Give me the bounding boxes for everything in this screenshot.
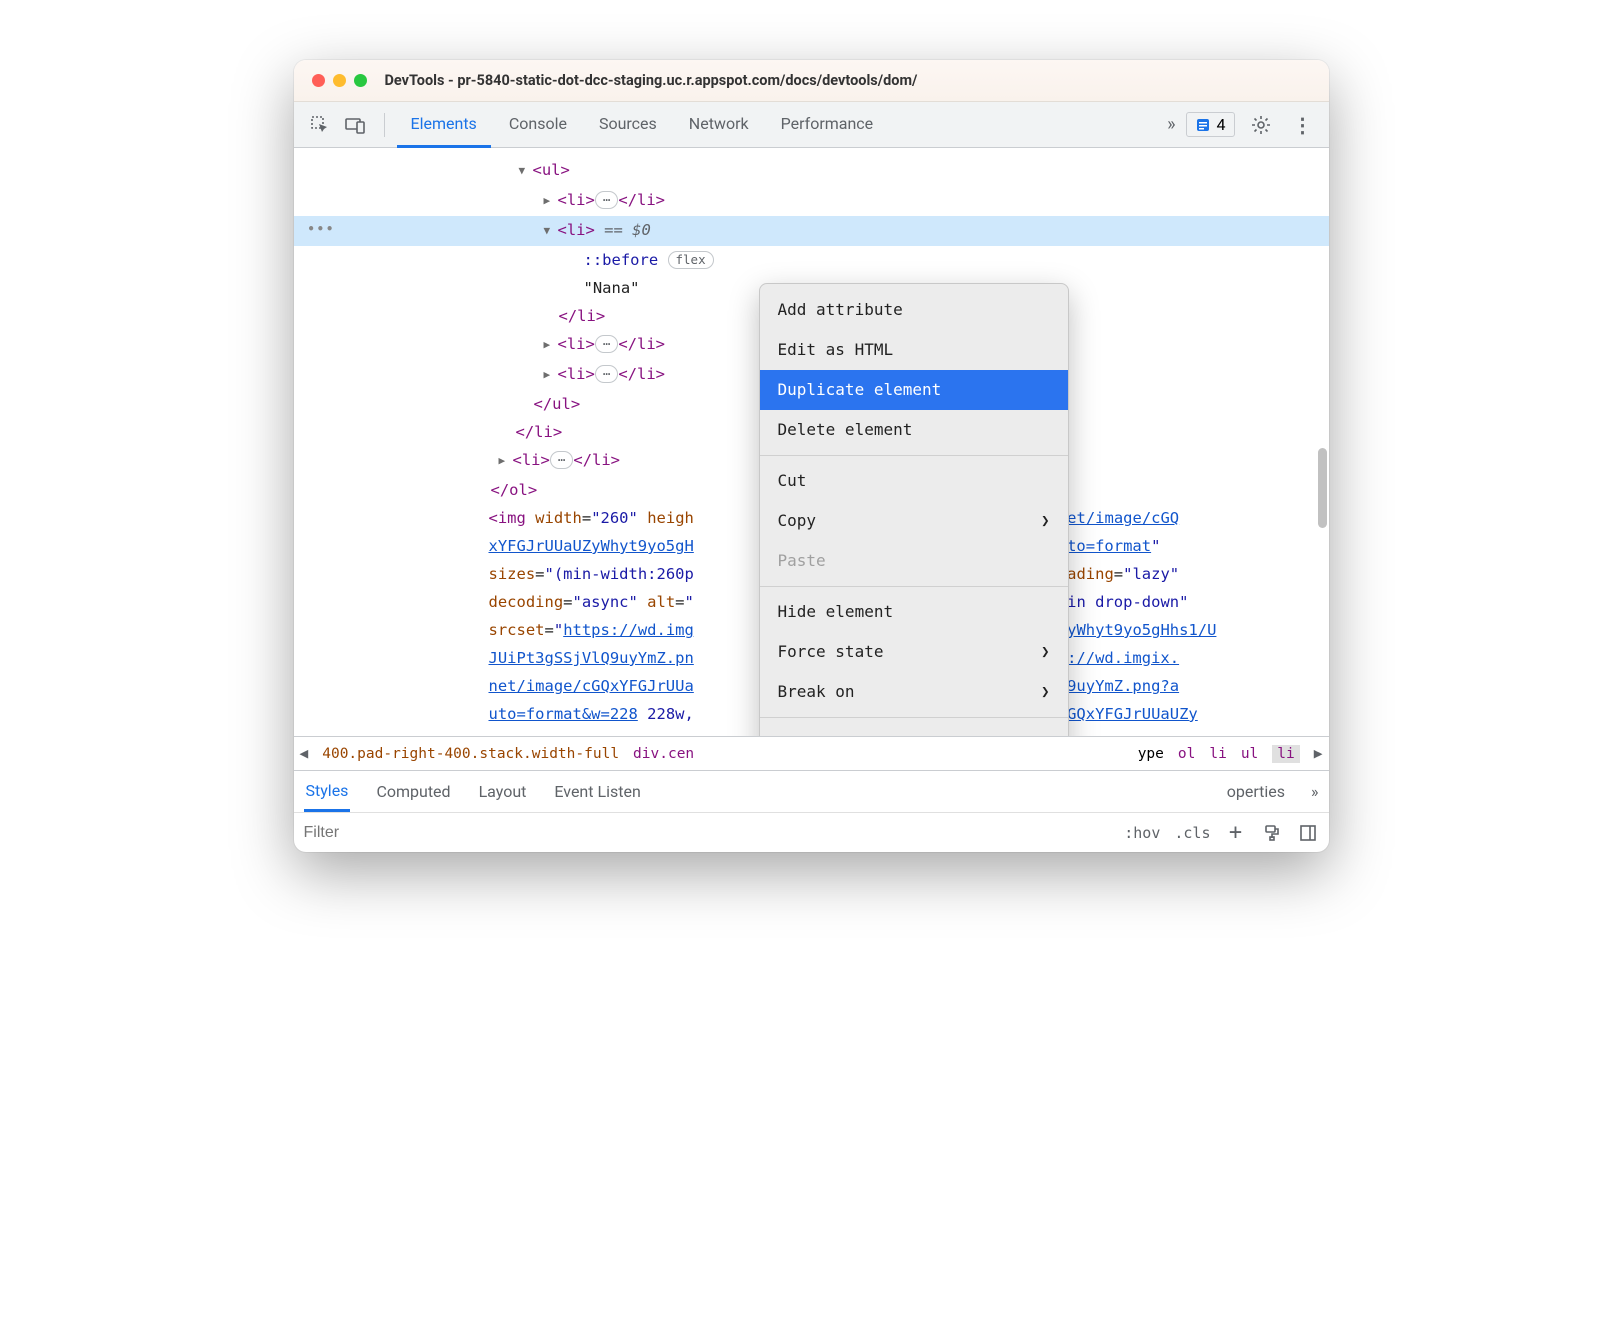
menu-item[interactable]: Edit as HTML: [760, 330, 1068, 370]
cls-toggle[interactable]: .cls: [1174, 824, 1210, 842]
context-menu[interactable]: Add attributeEdit as HTMLDuplicate eleme…: [759, 283, 1069, 736]
styles-tabs: Styles Computed Layout Event Listen oper…: [294, 770, 1329, 812]
separator: [384, 113, 385, 137]
menu-item[interactable]: Duplicate element: [760, 370, 1068, 410]
menu-separator: [760, 717, 1068, 718]
tag-li: <li>: [558, 191, 595, 209]
menu-separator: [760, 586, 1068, 587]
menu-item: Paste: [760, 541, 1068, 581]
breadcrumb-scroll-left-icon[interactable]: ◀: [300, 746, 309, 762]
more-styles-tabs-icon[interactable]: »: [1311, 782, 1319, 801]
more-tabs-icon[interactable]: »: [1167, 114, 1175, 135]
breadcrumb[interactable]: ◀ 400.pad-right-400.stack.width-full div…: [294, 736, 1329, 770]
tab-performance[interactable]: Performance: [767, 102, 888, 148]
tab-console[interactable]: Console: [495, 102, 581, 148]
tab-properties[interactable]: operties: [1225, 773, 1287, 810]
main-toolbar: Elements Console Sources Network Perform…: [294, 102, 1329, 148]
settings-icon[interactable]: [1245, 109, 1277, 141]
tab-styles[interactable]: Styles: [304, 772, 351, 812]
gutter-menu-icon[interactable]: •••: [308, 215, 336, 243]
close-icon[interactable]: [312, 74, 325, 87]
menu-item[interactable]: Force state❯: [760, 632, 1068, 672]
kebab-menu-icon[interactable]: ⋮: [1287, 109, 1319, 141]
menu-item[interactable]: Expand recursively: [760, 723, 1068, 736]
maximize-icon[interactable]: [354, 74, 367, 87]
tab-event-listeners[interactable]: Event Listen: [552, 773, 642, 810]
breadcrumb-scroll-right-icon[interactable]: ▶: [1314, 746, 1323, 762]
menu-item[interactable]: Copy❯: [760, 501, 1068, 541]
menu-item[interactable]: Delete element: [760, 410, 1068, 450]
tab-layout[interactable]: Layout: [477, 773, 529, 810]
hov-toggle[interactable]: :hov: [1124, 824, 1160, 842]
pseudo-before: ::before: [584, 251, 659, 269]
paint-icon[interactable]: [1261, 822, 1283, 844]
menu-separator: [760, 455, 1068, 456]
text-node: "Nana": [584, 279, 640, 297]
filter-input[interactable]: [304, 824, 1125, 842]
tab-network[interactable]: Network: [675, 102, 763, 148]
submenu-arrow-icon: ❯: [1041, 638, 1049, 666]
issues-badge[interactable]: 4: [1186, 112, 1235, 137]
menu-item[interactable]: Break on❯: [760, 672, 1068, 712]
window-title: DevTools - pr-5840-static-dot-dcc-stagin…: [385, 72, 918, 89]
tag-ul-open: <ul>: [533, 161, 570, 179]
title-bar: DevTools - pr-5840-static-dot-dcc-stagin…: [294, 60, 1329, 102]
window-controls: [312, 74, 367, 87]
device-toggle-icon[interactable]: [340, 109, 372, 141]
issues-count: 4: [1217, 115, 1226, 134]
minimize-icon[interactable]: [333, 74, 346, 87]
elements-tree[interactable]: ••• ▼<ul> ▶<li>⋯</li> ▼<li> == $0 ::befo…: [294, 148, 1329, 736]
submenu-arrow-icon: ❯: [1041, 678, 1049, 706]
ellipsis-badge[interactable]: ⋯: [595, 191, 619, 209]
menu-item[interactable]: Add attribute: [760, 290, 1068, 330]
flex-badge[interactable]: flex: [668, 251, 714, 269]
computed-panel-icon[interactable]: [1297, 822, 1319, 844]
tab-sources[interactable]: Sources: [585, 102, 671, 148]
submenu-arrow-icon: ❯: [1041, 507, 1049, 535]
menu-item[interactable]: Hide element: [760, 592, 1068, 632]
inspect-icon[interactable]: [304, 109, 336, 141]
scrollbar[interactable]: [1318, 448, 1327, 528]
selected-node[interactable]: ▼<li> == $0: [294, 216, 1329, 246]
tab-elements[interactable]: Elements: [397, 102, 491, 148]
menu-item[interactable]: Cut: [760, 461, 1068, 501]
tab-computed[interactable]: Computed: [374, 773, 452, 810]
devtools-window: DevTools - pr-5840-static-dot-dcc-stagin…: [294, 60, 1329, 852]
new-style-rule-icon[interactable]: +: [1225, 822, 1247, 844]
styles-filter-bar: :hov .cls +: [294, 812, 1329, 852]
